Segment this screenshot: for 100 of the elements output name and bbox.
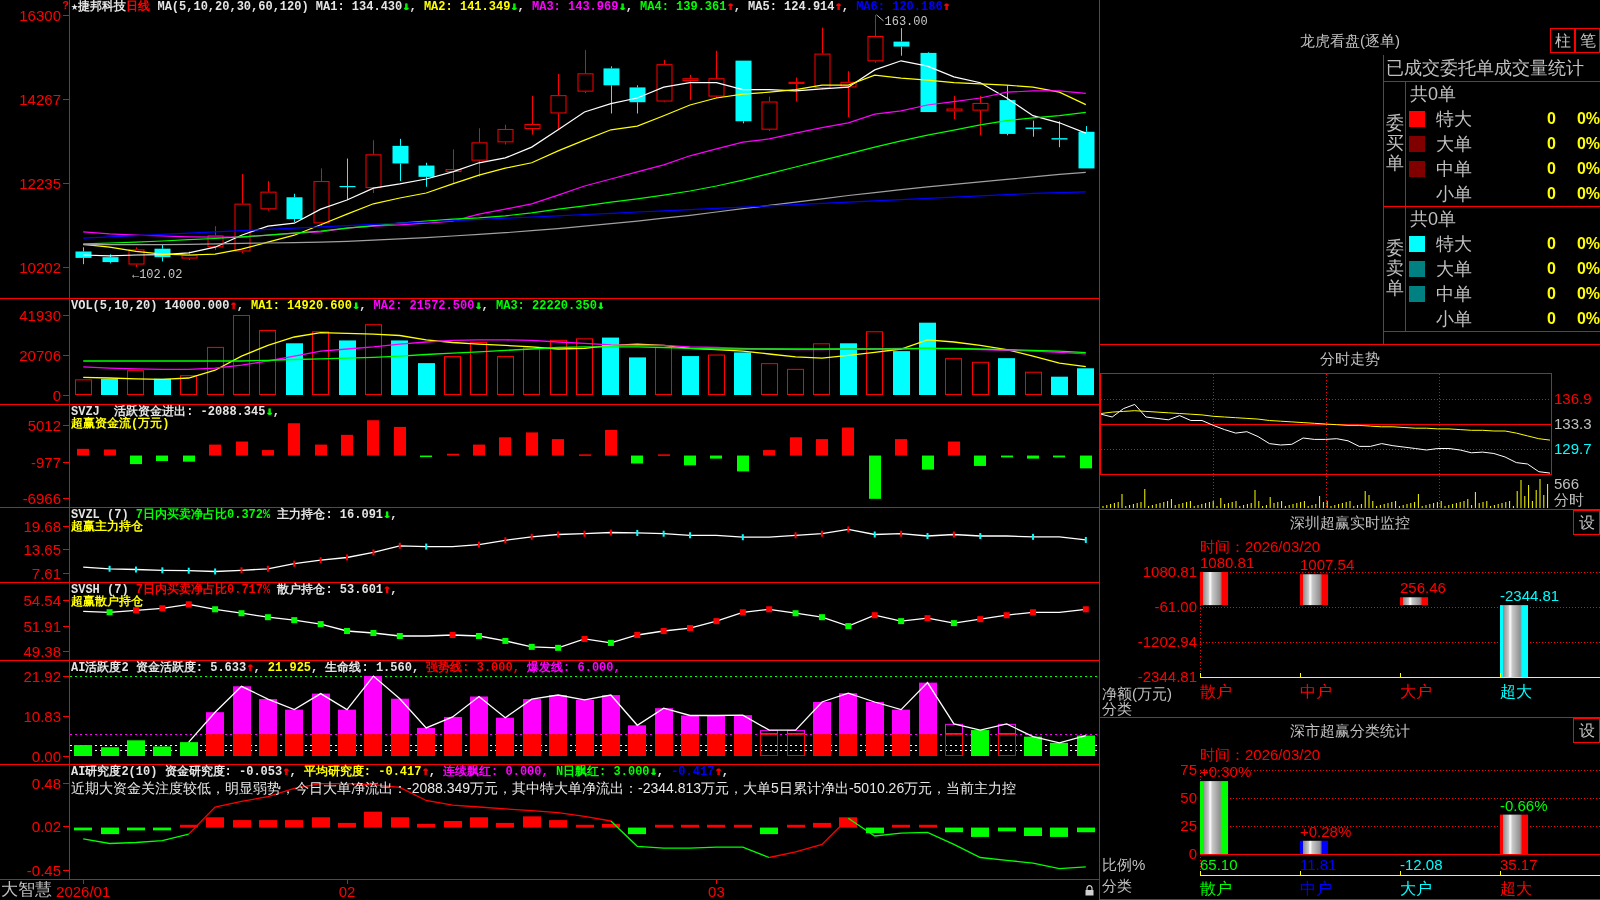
volume-bar: [840, 343, 857, 395]
change-label: -0.66%: [1500, 797, 1548, 814]
order-share: 0%: [1575, 108, 1600, 129]
activity-bar: [892, 709, 910, 735]
volume-bar: [127, 370, 144, 395]
value-label: 256.46: [1400, 580, 1446, 597]
date-label: 2026/01: [56, 884, 111, 900]
timestamp: 时间：2026/03/20: [1200, 538, 1321, 555]
view-toggle-button[interactable]: 笔: [1575, 28, 1600, 53]
fund-flow-bar: [710, 455, 722, 459]
candlestick: [893, 27, 910, 57]
leader-line: [876, 14, 884, 22]
volume-bar: [866, 331, 883, 395]
volume-bar: [259, 329, 276, 395]
order-share: 0%: [1575, 183, 1600, 204]
change-marker: [847, 526, 850, 533]
fund-flow-bar: [895, 439, 907, 456]
low-price-label: ←102.02: [131, 268, 183, 281]
value-label: -12.08: [1400, 857, 1443, 873]
settings-button[interactable]: 设: [1573, 510, 1600, 535]
fund-flow-bar: [420, 455, 432, 458]
volume-bar: [1025, 371, 1042, 395]
x-axis-title: 分类: [1102, 878, 1132, 894]
change-marker: [449, 632, 456, 638]
category-label: 散户: [1200, 683, 1232, 700]
fund-flow-bar: [183, 455, 195, 462]
axis-label: -977: [30, 455, 61, 470]
axis-label: 13.65: [23, 542, 61, 557]
change-marker: [372, 549, 375, 556]
fund-flow-bar: [869, 455, 881, 499]
change-marker: [187, 567, 190, 574]
research-bar: [813, 822, 831, 828]
research-bar: [285, 820, 303, 828]
value-label: 11.81: [1300, 857, 1337, 873]
research-bar: [892, 824, 910, 828]
activity-bar: [655, 734, 673, 756]
candlestick: [445, 148, 462, 185]
research-bar: [312, 817, 330, 828]
volume-axis-label: 566: [1554, 476, 1580, 492]
table-title: 已成交委托单成交量统计: [1385, 57, 1585, 80]
candlestick: [207, 225, 224, 251]
change-marker: [689, 532, 692, 539]
fund-flow-bar: [948, 441, 960, 456]
axis-label: -2344.81: [1136, 669, 1197, 685]
change-marker: [636, 529, 639, 536]
change-marker: [344, 628, 351, 635]
volume-bar: [418, 363, 435, 395]
volume-bar: [813, 343, 830, 395]
change-marker: [161, 567, 164, 574]
lock-icon[interactable]: [1085, 885, 1094, 896]
category-bar: [1400, 597, 1428, 606]
research-bar: [576, 824, 594, 828]
order-size-label: 特大: [1436, 233, 1473, 254]
settings-button[interactable]: 设: [1573, 718, 1600, 743]
fund-flow-bar: [526, 432, 538, 456]
order-size-label: 大单: [1436, 133, 1473, 154]
order-share: 0%: [1575, 158, 1600, 179]
order-share: 0%: [1575, 233, 1600, 254]
activity-bar: [971, 730, 989, 756]
volume-bar: [391, 340, 408, 395]
change-marker: [873, 531, 876, 538]
activity-bar: [127, 740, 145, 756]
candlestick: [735, 60, 752, 124]
category-label: 中户: [1300, 880, 1332, 897]
axis-label: 54.54: [23, 593, 61, 608]
candlestick: [603, 65, 620, 114]
candlestick: [682, 74, 699, 101]
order-share: 0%: [1575, 133, 1600, 154]
activity-bar: [655, 708, 673, 735]
fund-flow-bar: [473, 444, 485, 456]
axis-label: 19.68: [23, 519, 61, 534]
fund-flow-bar: [816, 439, 828, 456]
candlestick: [867, 14, 884, 64]
category-label: 大户: [1400, 683, 1432, 700]
candlestick: [550, 73, 567, 131]
panel-title: 分时走势: [1320, 350, 1380, 368]
change-marker: [106, 609, 113, 616]
fund-flow-bar: [499, 437, 511, 456]
axis-label: 50: [1179, 790, 1197, 806]
change-marker: [185, 601, 192, 608]
activity-bar: [285, 734, 303, 756]
fund-flow-bar: [209, 444, 221, 456]
fund-flow-bar: [552, 439, 564, 456]
help-button[interactable]: ?: [62, 0, 69, 11]
candlestick: [656, 59, 673, 103]
activity-bar: [1024, 736, 1042, 756]
category-bar: [1200, 572, 1228, 606]
activity-bar: [707, 734, 725, 756]
axis-label: 0: [1187, 846, 1197, 862]
view-toggle-button[interactable]: 柱: [1550, 28, 1575, 53]
volume-bar: [602, 337, 619, 395]
change-marker: [502, 637, 509, 644]
activity-bar: [74, 745, 92, 756]
research-bar: [681, 824, 699, 828]
research-bar: [760, 827, 778, 835]
axis-label: 0.00: [31, 749, 61, 764]
fund-flow-bar: [631, 455, 643, 464]
research-bar: [338, 822, 356, 828]
date-label: 03: [708, 884, 725, 900]
brand-label: 大智慧: [0, 881, 52, 899]
